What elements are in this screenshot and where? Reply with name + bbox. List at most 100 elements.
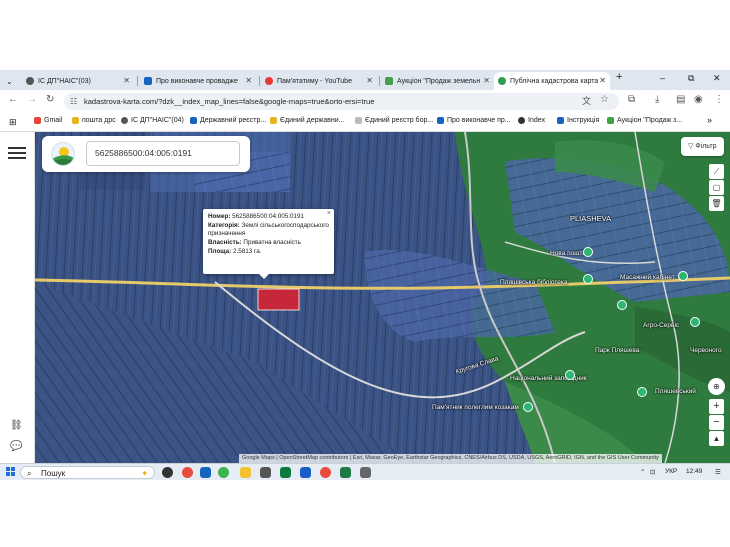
bookmark-yedynyi-derzhavnyi[interactable]: Єдиний державни... [270,117,344,124]
notifications-icon[interactable]: ☰ [715,468,721,476]
back-arrow-icon[interactable]: ← [8,94,18,105]
map-label-pliashevskyi: Пляшевський [655,388,696,395]
language-indicator[interactable]: УКР [665,468,677,475]
file-explorer-icon[interactable] [240,467,251,478]
folder-icon [72,117,79,124]
close-tab-icon[interactable]: ✕ [123,76,130,85]
bookmark-yedynyi-reiestr-borzhnykiv[interactable]: Єдиний реєстр бор... [355,117,433,124]
whatsapp-icon[interactable] [218,467,229,478]
bookmark-poshta-drs[interactable]: пошта дрс [72,117,116,124]
zoom-out-button[interactable]: − [709,415,724,430]
poi-marker[interactable] [678,271,688,281]
trident-icon [144,77,152,85]
chrome-colors-icon[interactable] [182,467,193,478]
zoom-in-button[interactable]: + [709,399,724,414]
bookmark-ic-dp-nais[interactable]: ІС ДП"НАІС"(04) [121,117,184,124]
bookmark-index[interactable]: Index [518,117,545,124]
delete-drawing-icon[interactable]: 🗑 [709,196,724,211]
download-icon[interactable]: ⤓ [655,94,659,105]
popup-area-value: 2.5813 га. [233,247,262,255]
screen: ⌄ ІС ДП"НАІС"(03) ✕ Про виконавче провад… [0,70,730,480]
translate-icon[interactable]: 文 [582,94,591,107]
bookmarks-bar: ⊞ Gmail пошта дрс ІС ДП"НАІС"(04) Держав… [0,112,730,132]
bookmark-derzhavnyi-reiestr[interactable]: Державний реєстр... [190,117,266,124]
chrome-icon[interactable] [320,467,331,478]
profile-avatar-icon[interactable]: ◉ [694,94,703,105]
poi-marker[interactable] [617,300,627,310]
globe-icon [121,117,128,124]
edge-icon[interactable] [200,467,211,478]
close-tab-icon[interactable]: ✕ [483,76,490,85]
close-tab-icon[interactable]: ✕ [599,76,606,85]
bookmark-star-icon[interactable]: ☆ [600,94,609,105]
chat-icon[interactable]: 💬 [10,441,22,452]
parcel-info-popup: × Номер: 5625886500:04:005:0191 Категорі… [203,209,334,279]
clock[interactable]: 12:49 [686,468,702,475]
left-sidebar: ⛓ 💬 [0,132,35,463]
app-icon[interactable] [280,467,291,478]
tab-vykonavche-provadzhennia[interactable]: Про виконавче провадже ✕ [140,72,256,90]
map-attribution: Google Maps | OpenStreetMap contributors… [239,454,662,463]
excel-icon[interactable] [340,467,351,478]
popup-area-label: Площа: [208,247,232,255]
hamburger-menu-icon[interactable] [8,147,26,159]
network-icon[interactable]: ⊡ [650,468,655,476]
tab-public-cadastral-map[interactable]: Публічна кадастрова карта ✕ [494,72,610,90]
compass-icon[interactable]: ▲ [709,431,724,446]
map-label-agro-servis: Агро-Сервіс [643,322,680,329]
windows-start-icon[interactable] [6,467,16,477]
bookmark-pro-vykonavche[interactable]: Про виконавче пр... [437,117,511,124]
poi-marker[interactable] [583,247,593,257]
close-window-button[interactable]: ✕ [713,73,721,84]
bookmark-gmail[interactable]: Gmail [34,117,62,124]
browser-toolbar: ← → ↻ ☷ kadastrova-karta.com/?dzk__index… [0,90,730,112]
cadastre-favicon-icon [498,77,506,85]
tab-youtube[interactable]: Пам'ятатиму - YouTube ✕ [261,72,377,90]
map-label-village: PLIASHEVA [570,214,612,223]
tab-auction[interactable]: Аукціон "Продаж земельн ✕ [381,72,494,90]
bookmark-auktsion[interactable]: Аукціон "Продаж з... [607,117,682,124]
menu-kebab-icon[interactable]: ⋮ [714,94,724,105]
reload-icon[interactable]: ↻ [46,94,54,105]
tray-chevron-icon[interactable]: ⌃ [640,468,645,476]
draw-line-tool-icon[interactable]: ⟋ [709,164,724,179]
extensions-icon[interactable]: ⧉ [628,94,635,105]
tab-ic-dp-nais[interactable]: ІС ДП"НАІС"(03) ✕ [22,72,134,90]
app-icon[interactable] [260,467,271,478]
minimize-button[interactable]: – [660,73,665,83]
word-icon[interactable] [300,467,311,478]
close-tab-icon[interactable]: ✕ [245,76,252,85]
tab-label: ІС ДП"НАІС"(03) [38,77,91,85]
poi-marker[interactable] [690,317,700,327]
tab-label: Пам'ятатиму - YouTube [277,77,352,85]
site-info-icon[interactable]: ☷ [70,93,77,110]
address-bar[interactable]: ☷ kadastrova-karta.com/?dzk__index_map_l… [64,93,619,110]
forward-arrow-icon[interactable]: → [27,94,37,105]
new-tab-button[interactable]: + [616,71,622,83]
sparkle-icon: ✦ [141,469,148,478]
satellite-map[interactable]: PLIASHEVA Нова пошта Пляшівська бібліоте… [35,132,730,463]
maximize-button[interactable]: ⧉ [688,73,694,84]
poi-marker[interactable] [583,274,593,284]
filter-button[interactable]: ▽ Фільтр [681,137,724,156]
map-label-chervonoho: Червоного [690,347,722,354]
selected-parcel[interactable] [257,288,300,311]
bookmarks-overflow-button[interactable]: » [707,115,712,125]
draw-polygon-tool-icon[interactable]: ▢ [709,180,724,195]
tab-search-icon[interactable]: ⌄ [2,72,20,90]
close-tab-icon[interactable]: ✕ [366,76,373,85]
sidepanel-icon[interactable]: ▤ [676,94,685,105]
bookmark-instruktsiia[interactable]: Інструкція [557,117,599,124]
popup-close-button[interactable]: × [327,210,331,219]
poi-marker[interactable] [565,370,575,380]
app-icon[interactable] [360,467,371,478]
poi-marker[interactable] [637,387,647,397]
locate-me-icon[interactable]: ⊕ [708,378,725,395]
poi-marker[interactable] [523,402,533,412]
cadastral-number-input[interactable]: 5625886500:04:005:0191 [86,141,240,166]
taskbar-search-box[interactable]: ⌕ Пошук ✦ [20,466,155,479]
popup-number-value: 5625886500:04:005:0191 [232,213,304,220]
apps-grid-icon[interactable]: ⊞ [9,117,17,128]
hierarchy-icon[interactable]: ⛓ [10,420,23,431]
task-view-icon[interactable] [162,467,173,478]
